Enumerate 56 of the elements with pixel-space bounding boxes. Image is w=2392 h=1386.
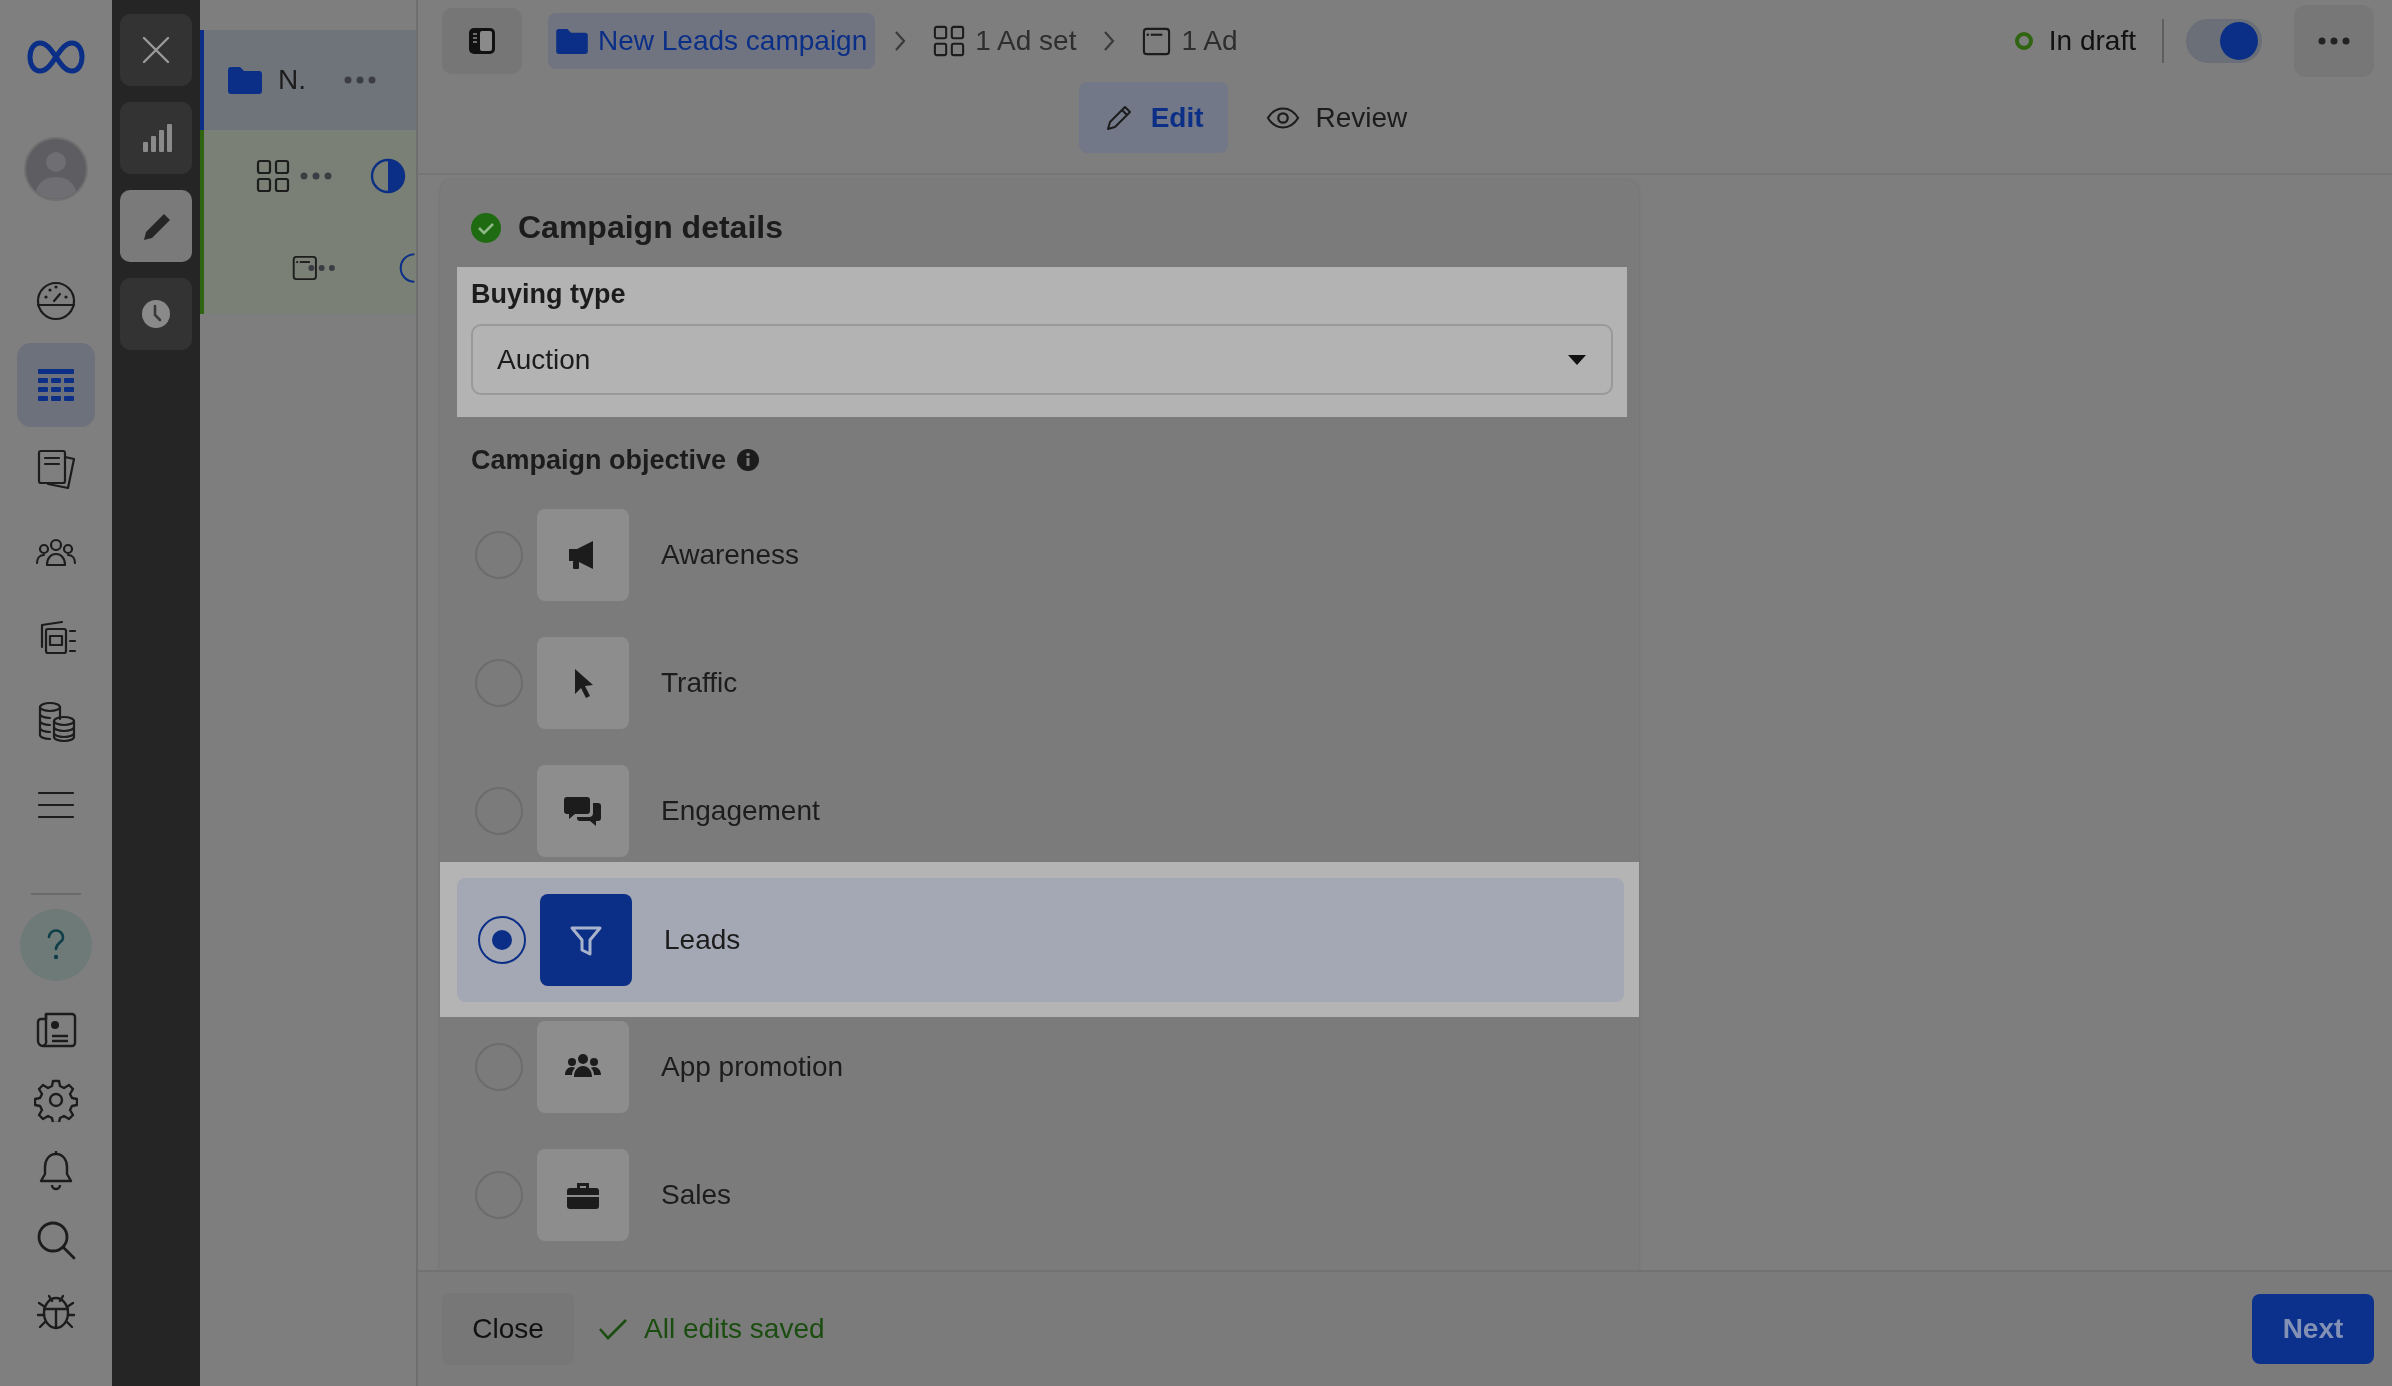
breadcrumb-link[interactable]: 1 Ad [1134, 13, 1246, 69]
status-dot [2014, 32, 2033, 50]
sidebar-toggle-button[interactable] [442, 8, 522, 74]
buying-type-select[interactable]: Auction [471, 324, 1613, 395]
tool-button[interactable] [120, 14, 192, 86]
tool-button[interactable] [120, 278, 192, 350]
option-label: Leads [664, 923, 741, 956]
toggle-switch[interactable] [2186, 19, 2262, 63]
caret-icon [1567, 353, 1587, 366]
more-icon[interactable] [307, 264, 335, 272]
gauge-icon [34, 279, 78, 323]
nav-item[interactable] [17, 343, 95, 427]
more-icon [2318, 37, 2350, 45]
tool-button[interactable] [120, 190, 192, 262]
objective-option[interactable]: Traffic [440, 621, 1639, 745]
more-icon[interactable] [344, 76, 376, 84]
field-label: Buying type [471, 279, 627, 310]
objective-option[interactable]: Sales [440, 1133, 1639, 1257]
save-status: All edits saved [644, 1313, 825, 1345]
next-button[interactable]: Next [2252, 1294, 2374, 1364]
more-icon[interactable] [300, 172, 332, 180]
close-button[interactable]: Close [442, 1293, 574, 1365]
half-circle-icon [370, 158, 406, 194]
chevron-right-icon [893, 29, 908, 53]
checkmark-icon [598, 1317, 628, 1341]
objective-option[interactable]: Awareness [440, 493, 1639, 617]
objective-option[interactable]: App promotion [440, 1005, 1639, 1129]
campaign-name: N. [278, 64, 306, 96]
window-icon [1142, 26, 1172, 56]
grid-icon [256, 159, 290, 193]
settings-icon[interactable] [34, 1078, 78, 1122]
window-icon [292, 253, 318, 283]
tool-button[interactable] [120, 102, 192, 174]
field-label: Campaign objective [471, 444, 727, 476]
sidebar-icon [466, 25, 498, 57]
card-title: Campaign details [518, 209, 783, 246]
option-label: Traffic [661, 667, 738, 699]
campaign-tree-item[interactable]: N. [200, 30, 416, 130]
folder-icon [556, 28, 588, 54]
tab[interactable]: Review [1241, 82, 1432, 153]
folder-icon [228, 66, 262, 94]
breadcrumb-link[interactable]: 1 Ad set [925, 13, 1085, 69]
grid-icon [933, 25, 966, 57]
radio-button[interactable] [478, 915, 526, 964]
option-label: Engagement [661, 795, 820, 827]
eye-icon [1265, 105, 1300, 130]
option-label: Sales [661, 1179, 732, 1211]
info-icon[interactable] [736, 448, 761, 472]
option-label: Awareness [661, 539, 799, 571]
objective-option[interactable]: Engagement [440, 749, 1639, 873]
objective-option[interactable]: Leads [457, 877, 1624, 1002]
status-label: In draft [2048, 25, 2136, 57]
chevron-right-icon [1102, 29, 1117, 53]
breadcrumb-link[interactable]: New Leads campaign [548, 13, 876, 69]
tab[interactable]: Edit [1078, 82, 1228, 153]
option-label: App promotion [661, 1051, 844, 1083]
